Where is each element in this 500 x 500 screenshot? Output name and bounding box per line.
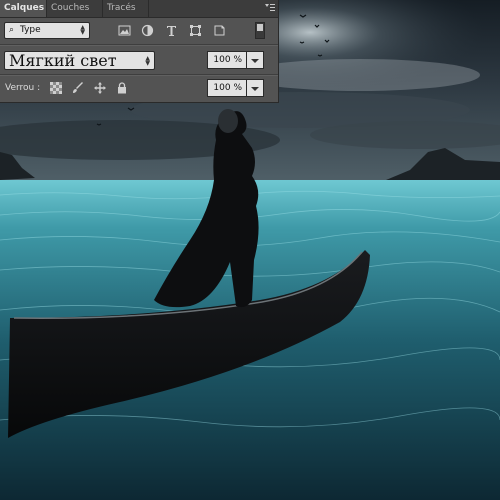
layer-filter-select[interactable]: ⌕ Type ▲ ▼ [4, 22, 90, 39]
layer-filter-value: Type [20, 25, 41, 35]
select-arrows-icon: ▲ ▼ [80, 24, 85, 36]
blend-mode-value: Мягкий свет [9, 51, 117, 70]
smart-object-filter-icon[interactable] [213, 24, 226, 37]
tab-channels[interactable]: Couches [47, 0, 103, 17]
shape-filter-icon[interactable] [189, 24, 202, 37]
opacity-input[interactable]: 100 % [207, 51, 247, 69]
tab-paths[interactable]: Tracés [103, 0, 149, 17]
opacity-dropdown-button[interactable] [247, 51, 264, 69]
type-filter-icon[interactable] [165, 24, 178, 37]
blend-mode-select[interactable]: Мягкий свет ▲ ▼ [4, 51, 155, 70]
lock-transparent-pixels-icon[interactable] [50, 82, 62, 94]
toggle-knob [257, 24, 263, 31]
select-arrows-icon: ▲ ▼ [145, 55, 150, 67]
lock-image-pixels-icon[interactable] [72, 82, 84, 94]
lock-all-icon[interactable] [116, 82, 128, 94]
divider [0, 74, 278, 76]
divider [0, 44, 278, 46]
layers-panel: Calques Couches Tracés ⌕ Type ▲ ▼ Мягкий… [0, 0, 278, 102]
lock-label: Verrou : [5, 83, 41, 93]
panel-menu-icon[interactable] [264, 1, 276, 15]
lock-position-icon[interactable] [94, 82, 106, 94]
panel-tab-bar: Calques Couches Tracés [0, 0, 278, 18]
adjustment-filter-icon[interactable] [141, 24, 154, 37]
image-filter-icon[interactable] [118, 24, 131, 37]
fill-input[interactable]: 100 % [207, 79, 247, 97]
filter-toggle-switch[interactable] [255, 22, 265, 39]
tab-layers[interactable]: Calques [0, 0, 47, 17]
search-icon: ⌕ [9, 25, 15, 35]
fill-dropdown-button[interactable] [247, 79, 264, 97]
